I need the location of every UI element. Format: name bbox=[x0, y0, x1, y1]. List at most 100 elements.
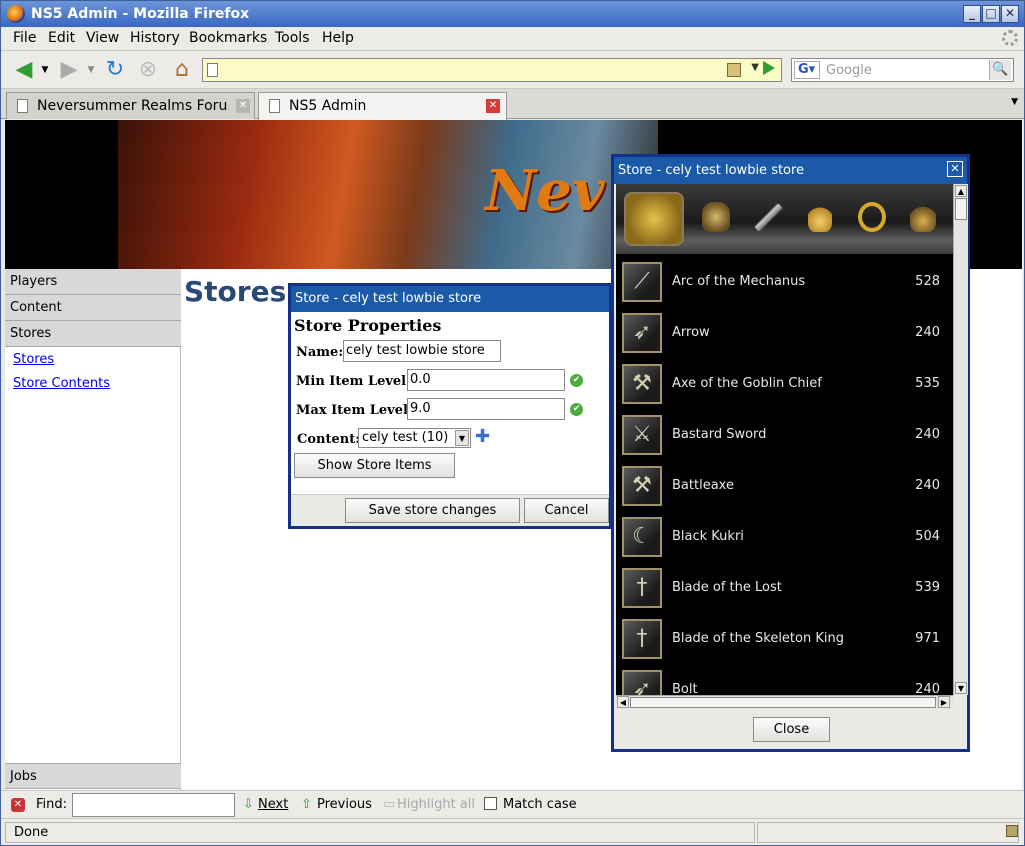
menu-view[interactable]: View bbox=[86, 30, 119, 46]
forward-arrow-icon[interactable]: ▶ bbox=[56, 57, 82, 83]
tab-label: Neversummer Realms Foru... bbox=[37, 98, 229, 114]
firefox-logo-icon bbox=[7, 5, 25, 23]
title-bar: NS5 Admin - Mozilla Firefox _ □ ✕ bbox=[1, 1, 1024, 27]
sidebar-item-jobs[interactable]: Jobs bbox=[5, 763, 181, 789]
ring-icon[interactable] bbox=[858, 202, 886, 232]
list-item[interactable]: ⚔ Bastard Sword 240 bbox=[616, 409, 953, 460]
menu-bookmarks[interactable]: Bookmarks bbox=[189, 30, 267, 46]
close-tab-icon[interactable]: ✕ bbox=[486, 99, 500, 113]
status-panel bbox=[757, 822, 1019, 843]
potion-icon[interactable] bbox=[808, 202, 832, 232]
armor-icon[interactable] bbox=[702, 202, 730, 232]
list-item[interactable]: ⟋ Arc of the Mechanus 528 bbox=[616, 256, 953, 307]
dialog-title[interactable]: Store - cely test lowbie store bbox=[291, 286, 609, 312]
reload-icon[interactable]: ↻ bbox=[102, 57, 128, 83]
sidebar-item-content[interactable]: Content bbox=[5, 295, 181, 321]
url-dropdown-icon[interactable]: ▼ bbox=[751, 62, 759, 73]
sidebar-item-stores[interactable]: Stores bbox=[5, 321, 181, 347]
horizontal-scrollbar[interactable]: ◀ ▶ bbox=[616, 695, 953, 709]
list-item[interactable]: † Blade of the Skeleton King 971 bbox=[616, 613, 953, 664]
match-case-label[interactable]: Match case bbox=[503, 797, 577, 812]
item-price: 240 bbox=[915, 478, 940, 493]
item-price: 240 bbox=[915, 427, 940, 442]
page-icon bbox=[207, 63, 218, 77]
list-item[interactable]: ⚒ Battleaxe 240 bbox=[616, 460, 953, 511]
max-level-field[interactable]: 9.0 bbox=[407, 398, 565, 420]
category-bar bbox=[616, 184, 953, 254]
home-icon[interactable]: ⌂ bbox=[169, 57, 195, 83]
add-content-icon[interactable]: ✚ bbox=[475, 426, 490, 447]
close-icon[interactable]: ✕ bbox=[947, 161, 963, 177]
store-properties-dialog: Store - cely test lowbie store Store Pro… bbox=[288, 283, 612, 529]
item-icon: † bbox=[622, 619, 662, 659]
scroll-up-icon[interactable]: ▲ bbox=[955, 185, 967, 197]
tab-neversummer-forums[interactable]: Neversummer Realms Foru... ✕ bbox=[6, 92, 255, 119]
url-input[interactable]: ▼ bbox=[202, 58, 782, 82]
item-name: Blade of the Skeleton King bbox=[672, 631, 844, 646]
dialog-title[interactable]: Store - cely test lowbie store bbox=[614, 157, 967, 184]
sidebar-link-store-contents[interactable]: Store Contents bbox=[13, 376, 110, 391]
sidebar-item-players[interactable]: Players bbox=[5, 269, 181, 295]
list-item[interactable]: ➶ Arrow 240 bbox=[616, 307, 953, 358]
search-icon[interactable]: 🔍 bbox=[989, 60, 1011, 80]
throbber-icon bbox=[1002, 30, 1018, 46]
back-arrow-icon[interactable]: ◀ bbox=[11, 57, 37, 83]
list-item[interactable]: ☾ Black Kukri 504 bbox=[616, 511, 953, 562]
content-select[interactable]: cely test (10) ▼ bbox=[358, 428, 471, 448]
page-content: Nev Players Content Stores Stores Store … bbox=[5, 120, 1022, 790]
list-item[interactable]: † Blade of the Lost 539 bbox=[616, 562, 953, 613]
forward-dropdown-icon[interactable]: ▼ bbox=[85, 57, 97, 83]
maximize-button[interactable]: □ bbox=[982, 5, 1000, 23]
close-tab-icon[interactable]: ✕ bbox=[236, 99, 250, 113]
sword-icon[interactable] bbox=[754, 202, 784, 232]
tab-bar: Neversummer Realms Foru... ✕ NS5 Admin ✕… bbox=[1, 89, 1024, 120]
scroll-thumb[interactable] bbox=[955, 198, 967, 220]
vertical-scrollbar[interactable]: ▲ ▼ bbox=[953, 184, 968, 695]
stop-icon[interactable]: ⊗ bbox=[135, 57, 161, 83]
store-items-dialog: Store - cely test lowbie store ✕ ⟋ Arc of… bbox=[611, 154, 970, 752]
close-find-icon[interactable]: ✕ bbox=[11, 798, 25, 812]
name-field[interactable]: cely test lowbie store bbox=[343, 340, 501, 362]
menu-edit[interactable]: Edit bbox=[48, 30, 75, 46]
close-window-button[interactable]: ✕ bbox=[1001, 5, 1019, 23]
item-price: 971 bbox=[915, 631, 940, 646]
list-item[interactable]: ⚒ Axe of the Goblin Chief 535 bbox=[616, 358, 953, 409]
scroll-down-icon[interactable]: ▼ bbox=[955, 682, 967, 694]
firefox-window: NS5 Admin - Mozilla Firefox _ □ ✕ File E… bbox=[0, 0, 1025, 846]
scroll-left-icon[interactable]: ◀ bbox=[617, 696, 629, 708]
menu-history[interactable]: History bbox=[130, 30, 180, 46]
arrow-down-icon: ⇩ bbox=[243, 797, 254, 812]
show-store-items-button[interactable]: Show Store Items bbox=[294, 453, 455, 478]
find-input[interactable] bbox=[72, 793, 235, 817]
back-dropdown-icon[interactable]: ▼ bbox=[39, 57, 51, 83]
menu-help[interactable]: Help bbox=[322, 30, 354, 46]
google-engine-icon[interactable]: G▾ bbox=[794, 61, 820, 79]
tab-list-icon[interactable]: ▼ bbox=[1011, 97, 1018, 107]
min-level-field[interactable]: 0.0 bbox=[407, 369, 565, 391]
highlight-all-button[interactable]: Highlight all bbox=[397, 797, 475, 812]
menu-file[interactable]: File bbox=[13, 30, 36, 46]
list-item[interactable]: ➶ Bolt 240 bbox=[616, 664, 953, 695]
arrow-up-icon: ⇧ bbox=[301, 797, 312, 812]
items-pane: ⟋ Arc of the Mechanus 528 ➶ Arrow 240 ⚒ Axe o… bbox=[616, 184, 953, 695]
menu-tools[interactable]: Tools bbox=[275, 30, 310, 46]
window-title: NS5 Admin - Mozilla Firefox bbox=[31, 6, 250, 22]
item-name: Bolt bbox=[672, 682, 698, 695]
search-box[interactable]: G▾ Google 🔍 bbox=[791, 58, 1014, 82]
sidebar-link-stores[interactable]: Stores bbox=[13, 352, 54, 367]
gold-coins-icon[interactable] bbox=[624, 192, 684, 246]
navigation-toolbar: ◀ ▼ ▶ ▼ ↻ ⊗ ⌂ ▼ G▾ Google 🔍 bbox=[1, 51, 1024, 89]
go-arrow-icon[interactable] bbox=[763, 61, 775, 75]
match-case-checkbox[interactable] bbox=[484, 797, 497, 810]
find-previous-button[interactable]: Previous bbox=[317, 797, 372, 812]
bag-icon[interactable] bbox=[910, 202, 936, 232]
save-store-changes-button[interactable]: Save store changes bbox=[345, 498, 520, 523]
item-price: 535 bbox=[915, 376, 940, 391]
close-button[interactable]: Close bbox=[753, 717, 830, 742]
cancel-button[interactable]: Cancel bbox=[524, 498, 609, 523]
minimize-button[interactable]: _ bbox=[963, 5, 981, 23]
scroll-thumb[interactable] bbox=[630, 697, 936, 708]
tab-ns5-admin[interactable]: NS5 Admin ✕ bbox=[258, 92, 507, 120]
scroll-right-icon[interactable]: ▶ bbox=[938, 696, 950, 708]
find-next-button[interactable]: Next bbox=[258, 797, 288, 812]
